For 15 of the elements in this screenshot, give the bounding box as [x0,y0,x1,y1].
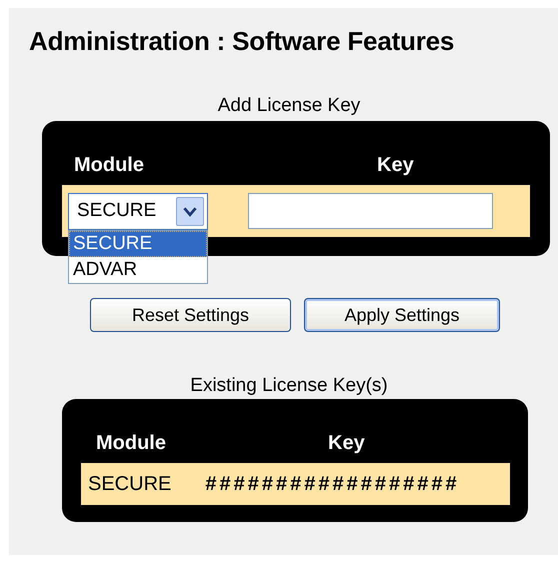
dropdown-option[interactable]: ADVAR [69,257,207,283]
page-title: Administration : Software Features [29,26,456,57]
column-header: Key [327,432,365,454]
table-cell: ################## [205,472,460,496]
section-title: Existing License Key(s) [189,375,389,397]
section-title: Add License Key [216,95,362,117]
settings-button[interactable]: Reset Settings [90,298,291,332]
column-header: Module [95,432,167,454]
dropdown-option[interactable]: SECURE [69,231,207,257]
key-input-field[interactable] [248,193,493,229]
column-header: Module [73,154,145,176]
table-cell-text: SECURE [87,472,172,496]
module-dropdown[interactable]: SECURE [68,192,208,230]
column-header: Key [376,154,414,176]
settings-button[interactable]: Apply Settings [304,298,500,332]
